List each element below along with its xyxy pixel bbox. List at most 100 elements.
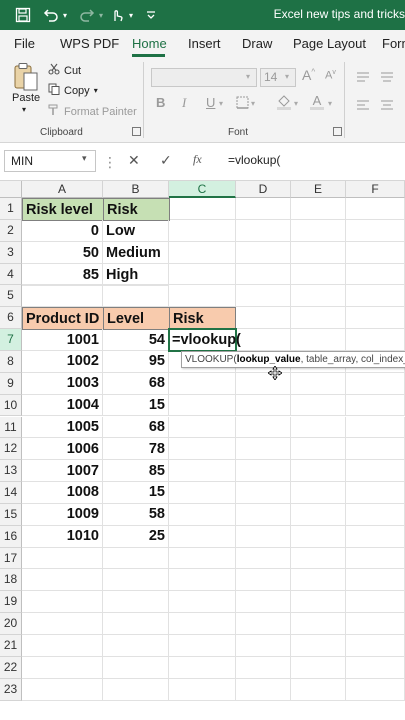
grid-cell[interactable]	[291, 394, 346, 417]
active-cell-text[interactable]: =vlookup(	[169, 329, 269, 351]
grid-cell[interactable]	[346, 635, 405, 657]
grid-cell[interactable]	[103, 285, 169, 308]
grid-cell[interactable]	[22, 285, 103, 308]
paste-dropdown-icon[interactable]: ▾	[22, 105, 26, 114]
level-cell[interactable]: 15	[103, 394, 169, 417]
grid-cell[interactable]	[169, 394, 236, 417]
grid-cell[interactable]	[169, 198, 236, 220]
grid-cell[interactable]	[236, 503, 291, 526]
grid-cell[interactable]	[291, 198, 346, 220]
row-header-16[interactable]: 16	[0, 525, 22, 548]
grid-cell[interactable]	[22, 635, 103, 657]
grid-cell[interactable]	[169, 416, 236, 439]
format-painter-button[interactable]: Format Painter	[48, 104, 137, 119]
grid-cell[interactable]	[236, 656, 291, 679]
grid-cell[interactable]	[169, 635, 236, 657]
grid-cell[interactable]	[169, 613, 236, 635]
column-header-d[interactable]: D	[236, 181, 291, 198]
grid-cell[interactable]	[346, 416, 405, 439]
grid-cell[interactable]	[236, 438, 291, 461]
grid-cell[interactable]	[169, 372, 236, 395]
grid-cell[interactable]	[346, 372, 405, 395]
grid-cell[interactable]	[291, 263, 346, 286]
product-id-cell[interactable]: 1009	[22, 503, 103, 526]
grid-cell[interactable]	[22, 678, 103, 701]
row-header-5[interactable]: 5	[0, 285, 22, 308]
grid-cell[interactable]	[236, 635, 291, 657]
grid-cell[interactable]	[103, 613, 169, 635]
enter-icon[interactable]: ✓	[160, 152, 172, 169]
lookup-risk-cell[interactable]: High	[103, 264, 169, 286]
grid-cell[interactable]	[169, 285, 236, 308]
cut-button[interactable]: Cut	[48, 63, 81, 78]
grid-cell[interactable]	[169, 525, 236, 548]
level-cell[interactable]: 78	[103, 438, 169, 461]
grid-cell[interactable]	[346, 307, 405, 330]
grid-cell[interactable]	[236, 482, 291, 504]
grid-cell[interactable]	[103, 656, 169, 679]
lookup-header-risk-level[interactable]: Risk level	[22, 198, 104, 221]
borders-icon[interactable]	[236, 96, 249, 114]
level-cell[interactable]: 68	[103, 416, 169, 439]
grid-cell[interactable]	[291, 241, 346, 264]
grid-cell[interactable]	[169, 503, 236, 526]
copy-button[interactable]: Copy ▾	[48, 83, 98, 98]
increase-font-size-icon[interactable]: A^	[302, 67, 315, 83]
grid-cell[interactable]	[291, 613, 346, 635]
copy-dropdown-icon[interactable]: ▾	[94, 86, 98, 95]
product-id-cell[interactable]: 1007	[22, 460, 103, 483]
grid-cell[interactable]	[236, 219, 291, 242]
grid-cell[interactable]	[291, 219, 346, 242]
level-cell[interactable]: 95	[103, 350, 169, 373]
grid-cell[interactable]	[103, 547, 169, 570]
grid-cell[interactable]	[236, 613, 291, 635]
grid-cell[interactable]	[346, 219, 405, 242]
decrease-font-size-icon[interactable]: Av	[325, 69, 336, 82]
grid-cell[interactable]	[169, 656, 236, 679]
grid-cell[interactable]	[22, 613, 103, 635]
grid-cell[interactable]	[346, 285, 405, 308]
grid-cell[interactable]	[236, 394, 291, 417]
grid-cell[interactable]	[169, 547, 236, 570]
bold-button[interactable]: B	[156, 95, 165, 110]
grid-cell[interactable]	[169, 678, 236, 701]
grid-cell[interactable]	[346, 591, 405, 614]
font-name-dropdown-icon[interactable]: ▾	[246, 72, 250, 81]
tab-home[interactable]: Home	[132, 36, 167, 51]
row-header-9[interactable]: 9	[0, 372, 22, 395]
function-tooltip[interactable]: VLOOKUP(lookup_value, table_array, col_i…	[181, 351, 405, 368]
row-header-6[interactable]: 6	[0, 307, 22, 330]
customize-toolbar-icon[interactable]	[144, 6, 158, 24]
borders-dropdown-icon[interactable]: ▾	[251, 99, 255, 108]
grid-cell[interactable]	[236, 307, 291, 330]
grid-cell[interactable]	[346, 525, 405, 548]
save-icon[interactable]	[14, 6, 32, 24]
product-id-cell[interactable]: 1003	[22, 372, 103, 395]
grid-cell[interactable]	[236, 285, 291, 308]
tab-wps-pdf[interactable]: WPS PDF	[60, 36, 119, 51]
align-center-icon[interactable]	[380, 98, 394, 116]
grid-cell[interactable]	[22, 656, 103, 679]
row-header-19[interactable]: 19	[0, 591, 22, 614]
level-cell[interactable]: 85	[103, 460, 169, 483]
grid-cell[interactable]	[291, 329, 346, 351]
grid-cell[interactable]	[346, 198, 405, 220]
grid-cell[interactable]	[236, 547, 291, 570]
row-header-21[interactable]: 21	[0, 635, 22, 657]
grid-cell[interactable]	[169, 438, 236, 461]
grid-cell[interactable]	[346, 438, 405, 461]
grid-cell[interactable]	[169, 263, 236, 286]
grid-cell[interactable]	[236, 263, 291, 286]
grid-cell[interactable]	[103, 635, 169, 657]
row-header-8[interactable]: 8	[0, 350, 22, 373]
clipboard-launcher-icon[interactable]	[132, 127, 141, 136]
data-header-level[interactable]: Level	[103, 307, 170, 330]
grid-cell[interactable]	[346, 503, 405, 526]
grid-cell[interactable]	[22, 569, 103, 592]
italic-button[interactable]: I	[182, 95, 186, 111]
row-header-23[interactable]: 23	[0, 678, 22, 701]
grid-cell[interactable]	[346, 569, 405, 592]
redo-icon[interactable]	[78, 6, 96, 24]
font-launcher-icon[interactable]	[333, 127, 342, 136]
touch-mode-icon[interactable]	[108, 6, 126, 24]
